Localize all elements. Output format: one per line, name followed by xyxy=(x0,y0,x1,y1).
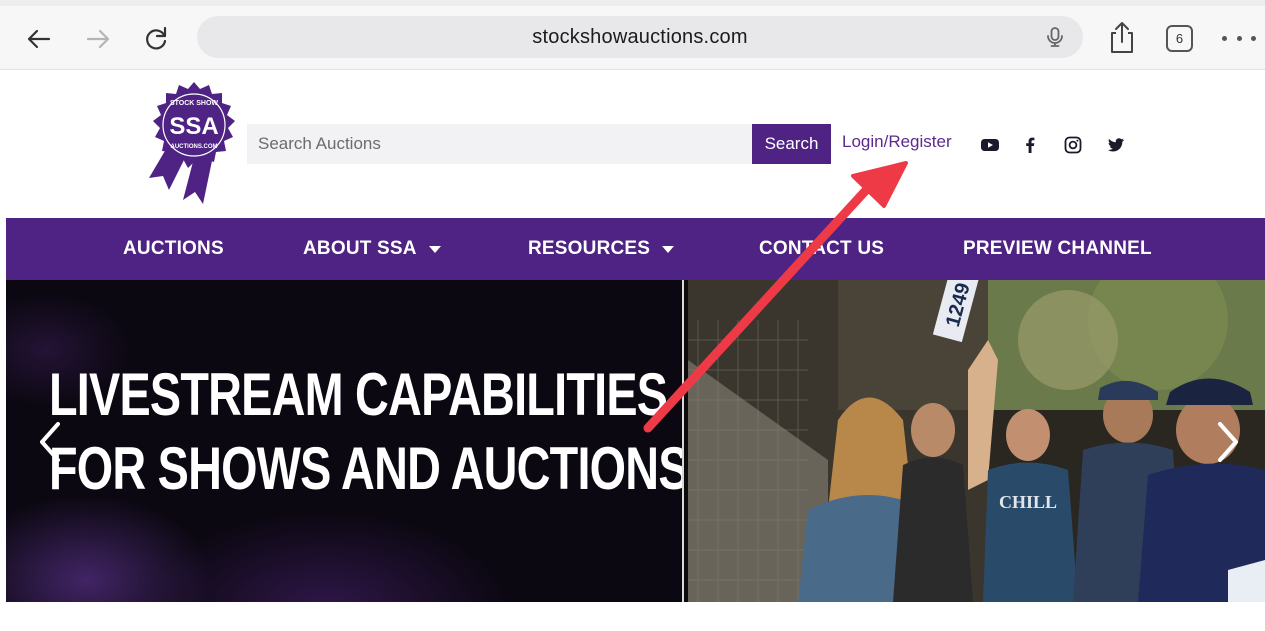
caret-down-icon xyxy=(662,245,675,253)
reload-button[interactable] xyxy=(139,22,173,56)
back-arrow-icon xyxy=(27,29,51,49)
back-button[interactable] xyxy=(22,22,56,56)
more-menu-icon[interactable] xyxy=(1222,28,1256,48)
hero-headline-line1: LIVESTREAM CAPABILITIES xyxy=(49,361,668,428)
nav-about-ssa[interactable]: ABOUT SSA xyxy=(303,218,441,280)
nav-resources-label: RESOURCES xyxy=(528,238,651,259)
tab-count: 6 xyxy=(1175,31,1184,46)
tabs-button[interactable]: 6 xyxy=(1166,25,1193,52)
nav-resources[interactable]: RESOURCES xyxy=(528,218,675,280)
youtube-link[interactable] xyxy=(979,134,1001,156)
site-header: STOCK SHOW SSA AUCTIONS.COM Search Aucti… xyxy=(6,71,1265,218)
nav-preview-channel[interactable]: PREVIEW CHANNEL xyxy=(963,218,1152,280)
carousel-prev-arrow-icon[interactable] xyxy=(36,420,64,464)
carousel-next-arrow-icon[interactable] xyxy=(1214,420,1242,464)
logo-ring-bottom-text: AUCTIONS.COM xyxy=(171,144,218,150)
login-register-link[interactable]: Login/Register xyxy=(842,132,952,152)
logo-ring-top-text: STOCK SHOW xyxy=(170,100,218,107)
main-navigation: AUCTIONS ABOUT SSA RESOURCES CONTACT US … xyxy=(6,218,1265,280)
search-button[interactable]: Search xyxy=(752,124,831,164)
ssa-ribbon-logo[interactable]: STOCK SHOW SSA AUCTIONS.COM xyxy=(139,82,249,206)
url-text: stockshowauctions.com xyxy=(532,25,748,48)
search-placeholder: Search Auctions xyxy=(258,134,381,153)
nav-auctions[interactable]: AUCTIONS xyxy=(123,218,224,280)
hero-photo: 1249 CHILL xyxy=(688,280,1265,602)
forward-button[interactable] xyxy=(81,22,115,56)
instagram-link[interactable] xyxy=(1062,134,1084,156)
browser-toolbar: stockshowauctions.com 6 xyxy=(0,0,1265,70)
photo-shirt-text: CHILL xyxy=(999,492,1057,512)
caret-down-icon xyxy=(428,245,441,253)
hero-headline: LIVESTREAM CAPABILITIES FOR SHOWS AND AU… xyxy=(49,358,690,506)
reload-icon xyxy=(146,26,167,50)
nav-contact-us[interactable]: CONTACT US xyxy=(759,218,884,280)
nav-preview-channel-label: PREVIEW CHANNEL xyxy=(963,238,1152,259)
youtube-icon xyxy=(981,139,999,151)
hero-headline-line2: FOR SHOWS AND AUCTIONS xyxy=(49,435,690,502)
hero-text-panel: LIVESTREAM CAPABILITIES FOR SHOWS AND AU… xyxy=(6,280,690,602)
address-bar[interactable]: stockshowauctions.com xyxy=(197,16,1083,58)
facebook-link[interactable] xyxy=(1019,134,1041,156)
forward-arrow-icon xyxy=(86,29,110,49)
window-strip xyxy=(0,0,1265,6)
facebook-icon xyxy=(1026,137,1035,153)
hero-slider: LIVESTREAM CAPABILITIES FOR SHOWS AND AU… xyxy=(6,280,1265,602)
logo-text: SSA xyxy=(169,113,218,140)
nav-contact-us-label: CONTACT US xyxy=(759,238,885,259)
twitter-icon xyxy=(1108,138,1124,152)
microphone-icon[interactable] xyxy=(1043,25,1067,49)
instagram-icon xyxy=(1064,136,1082,154)
share-icon[interactable] xyxy=(1106,20,1138,56)
nav-auctions-label: AUCTIONS xyxy=(123,238,224,259)
twitter-link[interactable] xyxy=(1105,134,1127,156)
nav-about-ssa-label: ABOUT SSA xyxy=(303,238,417,259)
search-input[interactable]: Search Auctions xyxy=(247,124,752,164)
